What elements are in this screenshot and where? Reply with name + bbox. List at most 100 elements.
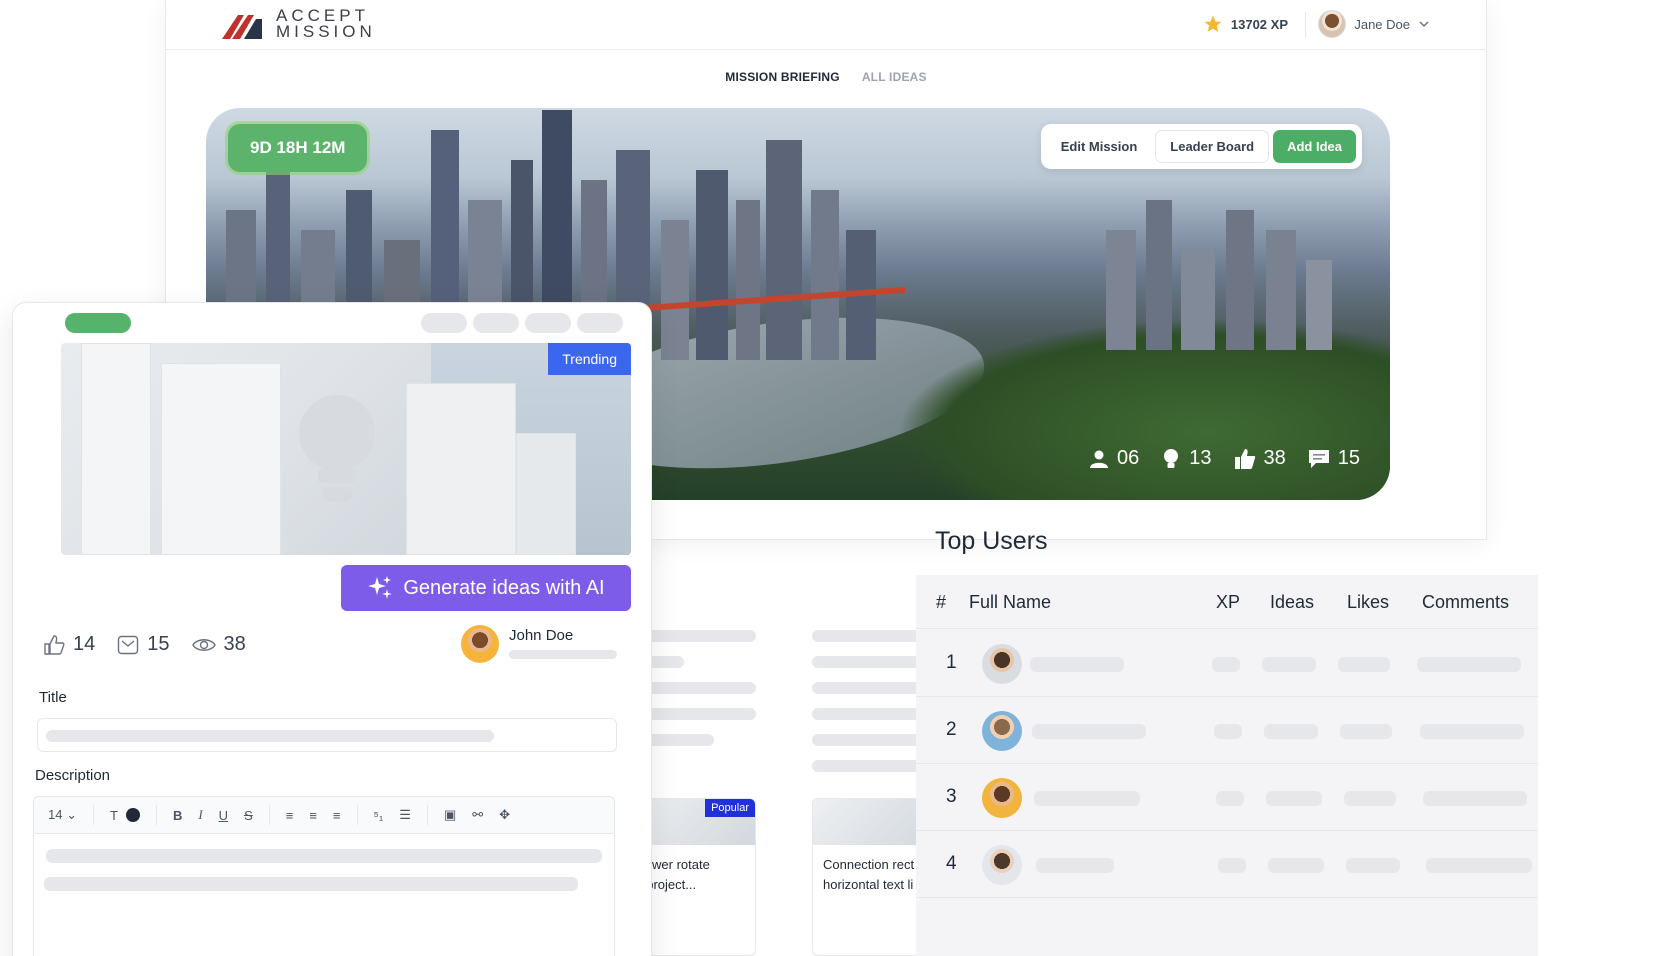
comment-icon [1308, 449, 1329, 468]
screen: ACCEPT MISSION 13702 XP Jane Doe MISSION… [0, 0, 1654, 956]
xp-indicator: 13702 XP [1203, 14, 1288, 34]
stat-participants: 06 [1089, 447, 1139, 470]
user-menu[interactable]: Jane Doe [1318, 10, 1430, 38]
name-skeleton [1036, 858, 1114, 873]
avatar [982, 845, 1022, 885]
table-row[interactable]: 1 [916, 630, 1538, 697]
sparkles-icon [368, 576, 393, 599]
col-xp[interactable]: XP [1216, 592, 1240, 613]
name-skeleton [1030, 657, 1124, 672]
title-label: Title [39, 689, 67, 706]
font-size-select[interactable]: 14 ⌄ [48, 807, 77, 823]
mission-actions: Edit Mission Leader Board Add Idea [1040, 124, 1362, 169]
idea-author[interactable]: John Doe [461, 625, 617, 663]
stat-ideas-value: 13 [1189, 447, 1212, 469]
table-row[interactable]: 2 [916, 697, 1538, 764]
strikethrough-icon[interactable]: S [244, 808, 253, 823]
subscript-icon[interactable]: ⁵₁ [374, 808, 384, 823]
chevron-down-icon [1419, 21, 1429, 28]
idea-metrics: 14 15 38 [43, 633, 246, 656]
metric-likes[interactable]: 14 [43, 633, 95, 656]
idea-detail-card: Trending Generate ideas with AI 14 15 38 [12, 302, 652, 956]
eye-icon [191, 638, 216, 651]
stat-comments: 15 [1308, 447, 1360, 470]
idea-title-line: Connection rect [823, 857, 915, 872]
stat-comments-value: 15 [1337, 447, 1360, 469]
divider [1305, 12, 1306, 38]
col-full-name[interactable]: Full Name [969, 592, 1051, 613]
ai-button-label: Generate ideas with AI [403, 576, 605, 599]
countdown-timer: 9D 18H 12M [228, 124, 368, 172]
idea-title-line: horizontal text li [823, 877, 914, 892]
add-idea-button[interactable]: Add Idea [1273, 130, 1356, 163]
top-users-title: Top Users [935, 527, 1048, 555]
table-header: # Full Name XP Ideas Likes Comments [916, 575, 1538, 629]
col-comments[interactable]: Comments [1422, 592, 1509, 613]
lightbulb-icon [299, 395, 375, 501]
idea-skeleton-line [812, 630, 922, 642]
stat-likes-value: 38 [1263, 447, 1286, 469]
underline-icon[interactable]: U [219, 808, 228, 823]
views-count: 38 [223, 633, 246, 655]
idea-skeleton-line [812, 656, 922, 668]
user-icon [1090, 450, 1108, 468]
avatar [982, 711, 1022, 751]
mission-stats: 06 13 38 15 [1089, 447, 1360, 470]
row-rank: 4 [946, 853, 957, 874]
thumbs-up-icon [44, 634, 65, 655]
image-icon[interactable]: ▣ [444, 807, 456, 823]
header-pill [421, 313, 467, 333]
editor-toolbar: 14 ⌄ T B I U S ≡ ≡ ≡ ⁵₁ ☰ ▣ ⚯ ✥ [33, 796, 615, 834]
idea-skeleton-line [812, 682, 922, 694]
author-name: John Doe [509, 627, 574, 644]
align-right-icon[interactable]: ≡ [333, 808, 341, 823]
tab-all-ideas[interactable]: ALL IDEAS [862, 70, 927, 84]
name-skeleton [1034, 791, 1140, 806]
tab-mission-briefing[interactable]: MISSION BRIEFING [725, 70, 840, 84]
idea-title-line: llower rotate [639, 857, 710, 872]
col-ideas[interactable]: Ideas [1270, 592, 1314, 613]
row-rank: 2 [946, 719, 957, 740]
thumbs-up-icon [1234, 448, 1255, 469]
italic-icon[interactable]: I [198, 807, 202, 823]
avatar [461, 625, 499, 663]
generate-ideas-ai-button[interactable]: Generate ideas with AI [341, 565, 631, 611]
star-icon [1204, 15, 1222, 32]
list-icon[interactable]: ☰ [399, 807, 411, 823]
popular-badge: Popular [705, 799, 755, 817]
header-pill [577, 313, 623, 333]
status-pill [65, 313, 131, 333]
link-icon[interactable]: ⚯ [472, 807, 483, 823]
text-style-icon[interactable]: T [110, 808, 118, 823]
table-row[interactable]: 4 [916, 831, 1538, 898]
idea-title-line: t project... [639, 877, 697, 892]
title-input[interactable] [37, 718, 617, 752]
edit-mission-button[interactable]: Edit Mission [1046, 130, 1152, 163]
font-size-value: 14 [48, 807, 63, 822]
xp-value: 13702 XP [1230, 16, 1288, 32]
top-bar: ACCEPT MISSION 13702 XP Jane Doe [166, 0, 1486, 50]
idea-image: Trending [61, 343, 631, 555]
stat-ideas: 13 [1161, 447, 1212, 470]
description-editor[interactable] [33, 833, 615, 956]
name-skeleton [1032, 724, 1146, 739]
comment-icon [118, 635, 139, 654]
logo[interactable]: ACCEPT MISSION [222, 7, 376, 41]
idea-skeleton-line [812, 708, 922, 720]
header-pill [473, 313, 519, 333]
align-left-icon[interactable]: ≡ [286, 808, 294, 823]
align-center-icon[interactable]: ≡ [309, 808, 317, 823]
table-row[interactable]: 3 [916, 764, 1538, 831]
bold-icon[interactable]: B [173, 808, 182, 823]
row-rank: 3 [946, 786, 957, 807]
more-icon[interactable]: ✥ [499, 807, 510, 823]
logo-mark-icon [222, 15, 262, 39]
metric-comments[interactable]: 15 [117, 633, 170, 656]
likes-count: 14 [73, 633, 96, 655]
leader-board-button[interactable]: Leader Board [1155, 130, 1270, 163]
avatar [1318, 10, 1347, 38]
logo-text-line2: MISSION [276, 22, 376, 41]
col-likes[interactable]: Likes [1347, 592, 1389, 613]
avatar [982, 778, 1022, 818]
text-color-icon[interactable] [125, 808, 140, 822]
